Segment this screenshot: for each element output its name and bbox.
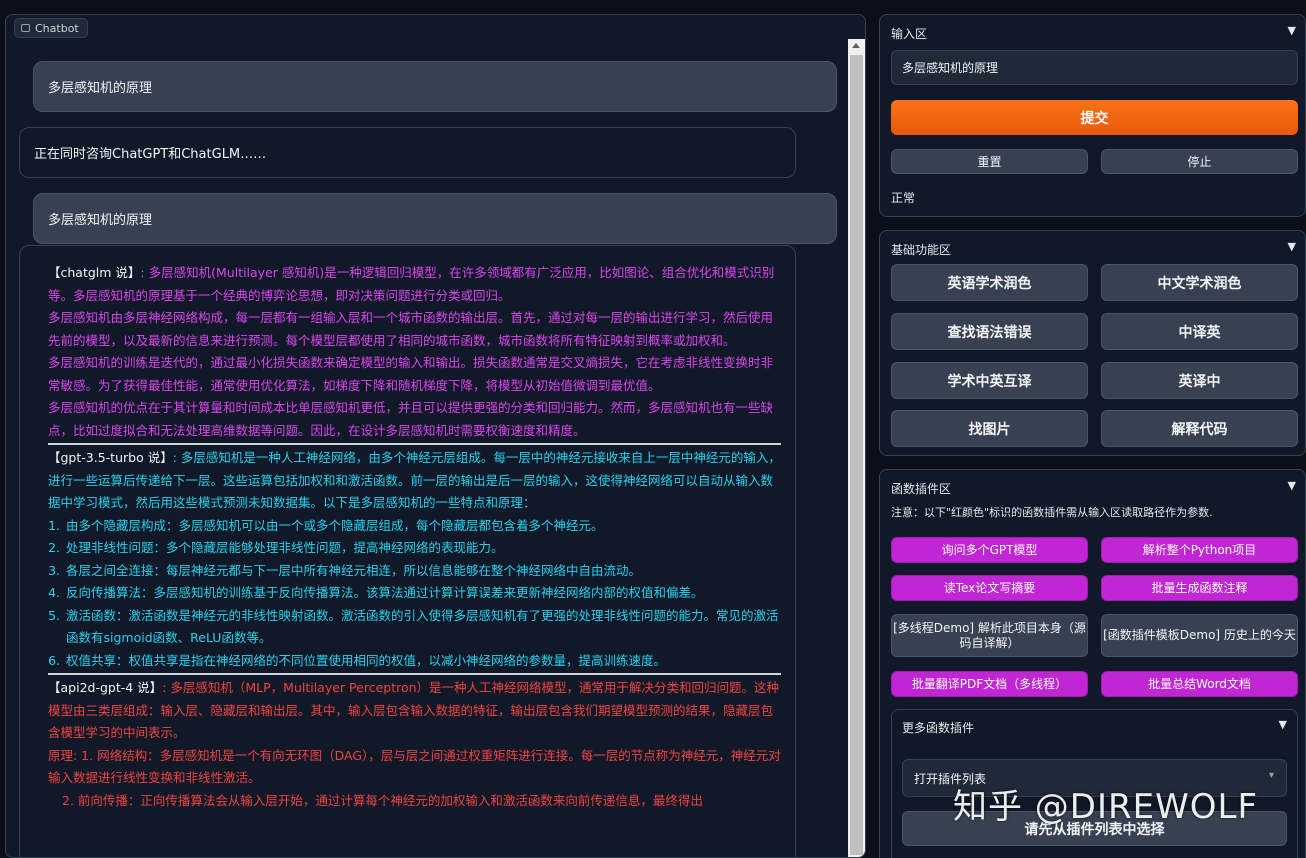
chinese-polish-button[interactable]: 中文学术润色 bbox=[1101, 264, 1298, 301]
more-plugins-title: 更多函数插件 bbox=[902, 721, 975, 735]
tex-summary-button[interactable]: 读Tex论文写摘要 bbox=[891, 575, 1088, 601]
message-text: 多层感知机的原理 bbox=[48, 213, 153, 228]
list-item: 激活函数：激活函数是神经元的非线性映射函数。激活函数的引入使得多层感知机有了更强… bbox=[64, 605, 781, 650]
plugin-note: 注意：以下"红颜色"标识的函数插件需从输入区读取路径作为参数. bbox=[891, 506, 1213, 519]
scrollbar-thumb[interactable] bbox=[850, 55, 863, 855]
summarize-word-button[interactable]: 批量总结Word文档 bbox=[1101, 671, 1298, 697]
gpt-answer: 【gpt-3.5-turbo 说】: 多层感知机是一种人工神经网络，由多个神经元… bbox=[48, 447, 781, 672]
watermark: 知乎 @DIREWOLF bbox=[953, 787, 1259, 827]
section-title: 基础功能区 bbox=[891, 243, 952, 257]
explain-code-button[interactable]: 解释代码 bbox=[1101, 410, 1298, 447]
grammar-check-button[interactable]: 查找语法错误 bbox=[891, 313, 1088, 350]
history-today-demo-button[interactable]: [函数插件模板Demo] 历史上的今天 bbox=[1101, 614, 1298, 657]
basic-functions-section: 基础功能区 ▼ 英语学术润色 中文学术润色 查找语法错误 中译英 学术中英互译 … bbox=[879, 230, 1306, 456]
prompt-input[interactable]: 多层感知机的原理 bbox=[891, 50, 1298, 85]
translate-pdf-button[interactable]: 批量翻译PDF文档（多线程） bbox=[891, 671, 1088, 697]
ask-multi-gpt-button[interactable]: 询问多个GPT模型 bbox=[891, 537, 1088, 563]
chat-history[interactable]: 多层感知机的原理 正在同时咨询ChatGPT和ChatGLM…… 多层感知机的原… bbox=[6, 39, 848, 857]
find-image-button[interactable]: 找图片 bbox=[891, 410, 1088, 447]
input-section: 输入区 ▼ 多层感知机的原理 提交 重置 停止 正常 bbox=[879, 14, 1306, 217]
collapse-toggle-icon[interactable]: ▼ bbox=[1288, 24, 1296, 37]
section-title: 输入区 bbox=[891, 27, 928, 41]
user-message: 多层感知机的原理 bbox=[33, 61, 837, 112]
gpt-points-list: 由多个隐藏层构成：多层感知机可以由一个或多个隐藏层组成，每个隐藏层都包含着多个神… bbox=[48, 515, 781, 673]
chatglm-tag: 【chatglm 说】 bbox=[48, 265, 141, 280]
api2d-paragraph: 2. 前向传播：正向传播算法会从输入层开始，通过计算每个神经元的加权输入和激活函… bbox=[62, 792, 703, 808]
collapse-toggle-icon[interactable]: ▼ bbox=[1288, 479, 1296, 492]
user-message: 多层感知机的原理 bbox=[33, 193, 837, 244]
plugin-button-label: [多线程Demo] 解析此项目本身（源码自译解） bbox=[893, 620, 1086, 650]
chatglm-paragraph: 多层感知机的优点在于其计算量和时间成本比单层感知机更低，并且可以提供更强的分类和… bbox=[48, 400, 774, 438]
submit-button[interactable]: 提交 bbox=[891, 100, 1298, 135]
parse-python-project-button[interactable]: 解析整个Python项目 bbox=[1101, 537, 1298, 563]
message-text: 正在同时咨询ChatGPT和ChatGLM…… bbox=[34, 147, 267, 162]
generate-comments-button[interactable]: 批量生成函数注释 bbox=[1101, 575, 1298, 601]
api2d-answer: 【api2d-gpt-4 说】: 多层感知机（MLP，Multilayer Pe… bbox=[48, 677, 781, 812]
bot-message-multi-model: 【chatglm 说】: 多层感知机(Multilayer 感知机)是一种逻辑回… bbox=[19, 245, 796, 857]
collapse-toggle-icon[interactable]: ▼ bbox=[1279, 718, 1287, 731]
collapse-toggle-icon[interactable]: ▼ bbox=[1288, 240, 1296, 253]
api2d-paragraph: 原理: 1. 网络结构：多层感知机是一个有向无环图（DAG），层与层之间通过权重… bbox=[48, 747, 781, 786]
chatbot-panel: Chatbot 多层感知机的原理 正在同时咨询ChatGPT和ChatGLM……… bbox=[5, 14, 866, 858]
bot-message: 正在同时咨询ChatGPT和ChatGLM…… bbox=[19, 127, 796, 178]
chat-scrollbar[interactable] bbox=[848, 39, 865, 857]
chatglm-paragraph: : 多层感知机(Multilayer 感知机)是一种逻辑回归模型，在许多领域都有… bbox=[48, 265, 775, 303]
list-item: 反向传播算法：多层感知机的训练基于反向传播算法。该算法通过计算计算误差来更新神经… bbox=[64, 582, 781, 605]
stop-button[interactable]: 停止 bbox=[1101, 149, 1298, 174]
list-item: 处理非线性问题：多个隐藏层能够处理非线性问题，提高神经网络的表现能力。 bbox=[64, 537, 781, 560]
en-to-zh-button[interactable]: 英译中 bbox=[1101, 362, 1298, 399]
academic-translate-button[interactable]: 学术中英互译 bbox=[891, 362, 1088, 399]
english-polish-button[interactable]: 英语学术润色 bbox=[891, 264, 1088, 301]
reset-button[interactable]: 重置 bbox=[891, 149, 1088, 174]
list-item: 权值共享：权值共享是指在神经网络的不同位置使用相同的权值，以减小神经网络的参数量… bbox=[64, 650, 781, 673]
plugin-button-label: [函数插件模板Demo] 历史上的今天 bbox=[1103, 628, 1296, 642]
api2d-tag: 【api2d-gpt-4 说】 bbox=[48, 680, 163, 695]
chatbot-label: Chatbot bbox=[14, 18, 88, 38]
chatglm-paragraph: 多层感知机由多层神经网络构成，每一层都有一组输入层和一个城市函数的输出层。首先，… bbox=[48, 310, 774, 348]
section-title: 函数插件区 bbox=[891, 482, 952, 496]
gpt-tag: 【gpt-3.5-turbo 说】 bbox=[48, 450, 173, 465]
divider bbox=[48, 673, 781, 675]
status-text: 正常 bbox=[891, 191, 916, 205]
chatglm-answer: 【chatglm 说】: 多层感知机(Multilayer 感知机)是一种逻辑回… bbox=[48, 262, 781, 442]
zh-to-en-button[interactable]: 中译英 bbox=[1101, 313, 1298, 350]
chatglm-paragraph: 多层感知机的训练是迭代的，通过最小化损失函数来确定模型的输入和输出。损失函数通常… bbox=[48, 355, 774, 393]
chat-icon bbox=[21, 24, 30, 32]
list-item: 各层之间全连接：每层神经元都与下一层中所有神经元相连，所以信息能够在整个神经网络… bbox=[64, 560, 781, 583]
parse-self-demo-button[interactable]: [多线程Demo] 解析此项目本身（源码自译解） bbox=[891, 614, 1088, 657]
chevron-down-icon: ▾ bbox=[1268, 770, 1274, 781]
chatbot-label-text: Chatbot bbox=[35, 21, 79, 35]
divider bbox=[48, 443, 781, 445]
message-text: 多层感知机的原理 bbox=[48, 81, 153, 96]
list-item: 由多个隐藏层构成：多层感知机可以由一个或多个隐藏层组成，每个隐藏层都包含着多个神… bbox=[64, 515, 781, 538]
scroll-up-arrow-icon[interactable] bbox=[852, 43, 860, 48]
